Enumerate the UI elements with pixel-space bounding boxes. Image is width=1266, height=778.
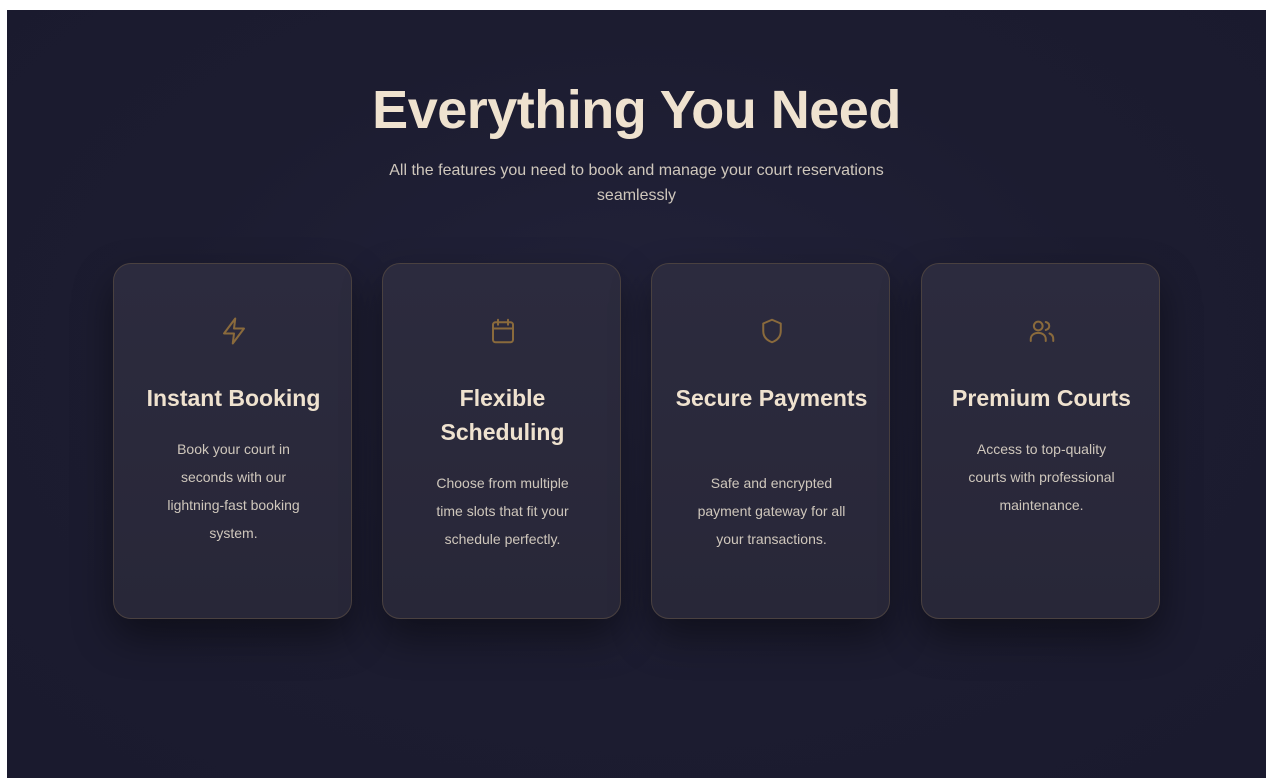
- feature-description: Choose from multiple time slots that fit…: [436, 475, 569, 547]
- feature-title: Premium Courts: [952, 385, 1131, 411]
- users-icon: [922, 314, 1161, 348]
- feature-description: Safe and encrypted payment gateway for a…: [697, 475, 846, 547]
- feature-description: Book your court in seconds with our ligh…: [167, 441, 300, 541]
- feature-card-flexible-scheduling: Flexible Scheduling Choose from multiple…: [382, 263, 621, 619]
- calendar-icon: [383, 314, 622, 348]
- feature-title: Flexible Scheduling: [440, 385, 565, 445]
- feature-card-secure-payments: Secure Payments Safe and encrypted payme…: [651, 263, 890, 619]
- shield-icon: [652, 314, 891, 348]
- section-title: Everything You Need: [372, 80, 901, 140]
- feature-title: Instant Booking: [146, 385, 321, 411]
- feature-card-instant-booking: Instant Booking Book your court in secon…: [113, 263, 352, 619]
- feature-description: Access to top-quality courts with profes…: [968, 441, 1115, 513]
- lightning-bolt-icon: [114, 314, 353, 348]
- section-subtitle: All the features you need to book and ma…: [389, 162, 884, 204]
- feature-card-premium-courts: Premium Courts Access to top-quality cou…: [921, 263, 1160, 619]
- feature-title: Secure Payments: [675, 385, 868, 411]
- features-section: Everything You Need All the features you…: [7, 10, 1266, 778]
- feature-cards: Instant Booking Book your court in secon…: [113, 263, 1160, 619]
